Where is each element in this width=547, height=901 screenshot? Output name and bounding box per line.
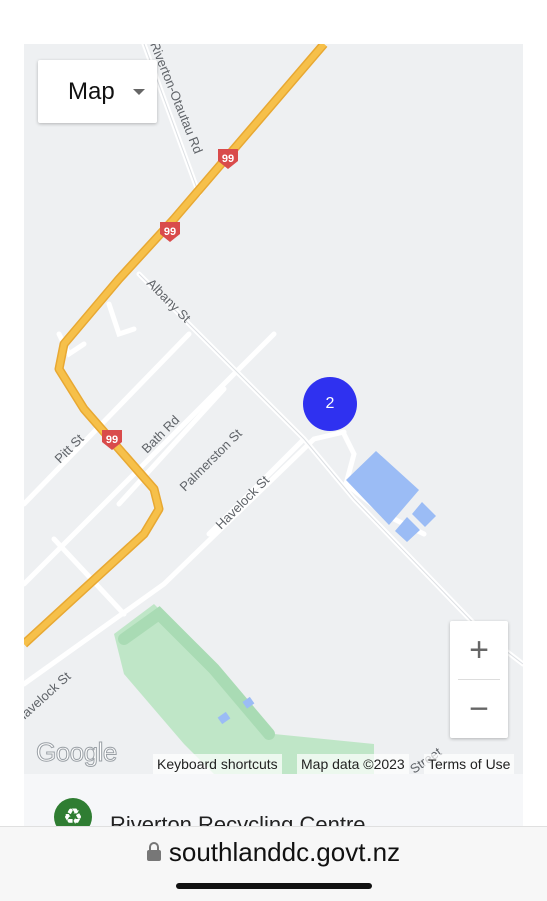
google-logo[interactable]: Google bbox=[36, 737, 118, 768]
road-label-havelock: Havelock St bbox=[213, 472, 273, 532]
browser-address-bar[interactable]: southlanddc.govt.nz bbox=[0, 826, 547, 901]
cluster-count: 2 bbox=[325, 395, 335, 412]
road-label-albany: Albany St bbox=[144, 276, 194, 326]
map-canvas[interactable]: 99 99 99 Riverton-Otautau Rd Albany St P… bbox=[24, 44, 523, 774]
keyboard-shortcuts-link[interactable]: Keyboard shortcuts bbox=[153, 754, 282, 774]
map-type-dropdown[interactable]: Map bbox=[38, 60, 157, 123]
list-item[interactable]: ♻ Riverton Recycling Centre bbox=[24, 774, 523, 837]
url-text: southlanddc.govt.nz bbox=[168, 837, 401, 867]
zoom-in-button[interactable]: + bbox=[450, 621, 508, 679]
marker-cluster[interactable]: 2 bbox=[303, 377, 357, 431]
map[interactable]: 99 99 99 Riverton-Otautau Rd Albany St P… bbox=[24, 44, 523, 774]
minus-icon: − bbox=[469, 689, 489, 728]
svg-text:99: 99 bbox=[164, 226, 176, 238]
svg-text:99: 99 bbox=[222, 153, 234, 165]
zoom-controls: + − bbox=[450, 621, 508, 738]
park-area bbox=[114, 604, 374, 774]
map-type-label: Map bbox=[68, 77, 115, 105]
home-indicator[interactable] bbox=[176, 883, 372, 889]
zoom-out-button[interactable]: − bbox=[450, 680, 508, 738]
terms-of-use-link[interactable]: Terms of Use bbox=[424, 754, 515, 774]
svg-text:99: 99 bbox=[106, 434, 118, 446]
url-display[interactable]: southlanddc.govt.nz bbox=[0, 837, 547, 868]
chevron-down-icon bbox=[133, 89, 145, 95]
lock-icon bbox=[146, 842, 161, 861]
road-label-palmerston: Palmerston St bbox=[177, 426, 246, 495]
map-data-attribution[interactable]: Map data ©2023 bbox=[297, 754, 409, 774]
plus-icon: + bbox=[469, 630, 489, 669]
